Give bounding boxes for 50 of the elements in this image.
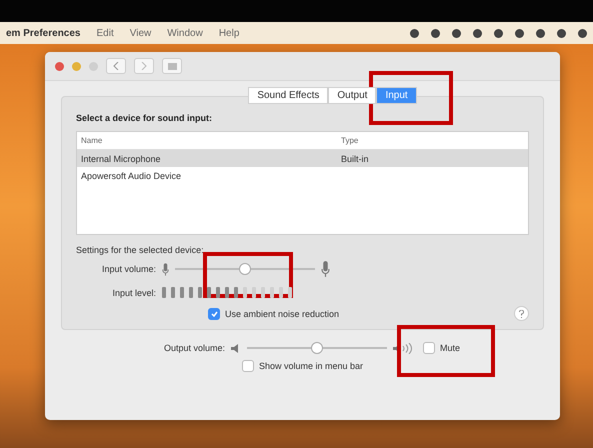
section-heading: Select a device for sound input: xyxy=(76,113,214,123)
slider-thumb[interactable] xyxy=(239,263,251,275)
menu-item[interactable]: Edit xyxy=(96,28,114,38)
device-row[interactable]: Apowersoft Audio Device xyxy=(77,167,528,184)
grid-icon xyxy=(168,62,176,70)
checkbox[interactable] xyxy=(208,308,220,320)
microphone-icon xyxy=(162,262,169,276)
tab[interactable]: Input xyxy=(376,87,417,104)
status-icon[interactable] xyxy=(515,28,524,38)
back-button[interactable] xyxy=(106,58,126,74)
menu-item[interactable]: View xyxy=(130,28,152,38)
column-header[interactable]: Type xyxy=(341,136,524,145)
input-level-label: Input level: xyxy=(111,288,156,298)
menu-item[interactable]: Help xyxy=(218,28,240,38)
grid-button[interactable] xyxy=(162,58,182,74)
status-icon[interactable] xyxy=(494,28,503,38)
checkbox-label: Show volume in menu bar xyxy=(258,361,364,371)
tab[interactable]: Sound Effects xyxy=(248,87,328,104)
status-icon[interactable] xyxy=(431,28,440,38)
output-volume-label: Output volume: xyxy=(162,343,225,353)
tab[interactable]: Output xyxy=(328,87,376,104)
speaker-icon xyxy=(392,342,413,354)
chevron-left-icon xyxy=(113,62,119,70)
device-row[interactable]: Internal Microphone Built-in xyxy=(77,150,528,167)
status-icon[interactable] xyxy=(578,28,587,38)
table-cell-text: Apowersoft Audio Device xyxy=(81,170,182,180)
slider-thumb[interactable] xyxy=(310,342,323,354)
question-icon xyxy=(519,310,524,318)
chevron-right-icon xyxy=(141,62,147,70)
speaker-icon xyxy=(230,342,241,354)
table-cell-text: Built-in xyxy=(341,154,370,164)
checkbox[interactable] xyxy=(242,360,254,372)
column-header[interactable]: Name xyxy=(81,136,341,145)
microphone-icon xyxy=(321,261,330,277)
check-icon xyxy=(210,310,218,316)
checkbox[interactable] xyxy=(422,342,435,354)
status-icon[interactable] xyxy=(452,28,461,38)
input-volume-label: Input volume: xyxy=(100,264,156,274)
menu-item[interactable]: Window xyxy=(167,28,203,38)
help-button[interactable] xyxy=(514,306,529,321)
status-icon[interactable] xyxy=(536,28,545,38)
section-heading: Settings for the selected device: xyxy=(76,245,205,255)
close-button[interactable] xyxy=(55,62,64,70)
menu-item[interactable]: em Preferences xyxy=(6,28,80,38)
status-icon[interactable] xyxy=(473,28,482,38)
status-icon[interactable] xyxy=(410,28,419,38)
checkbox-label: Use ambient noise reduction xyxy=(225,308,340,318)
checkbox-label: Mute xyxy=(440,343,460,353)
table-cell-text: Internal Microphone xyxy=(81,154,162,164)
status-icon[interactable] xyxy=(557,28,566,38)
